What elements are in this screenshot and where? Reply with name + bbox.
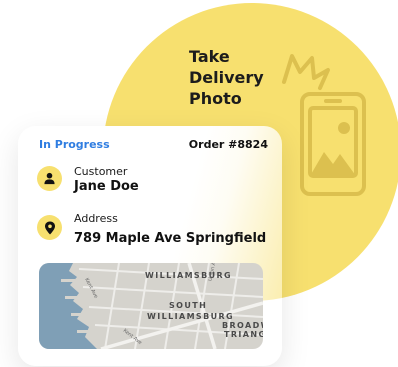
address-label: Address (74, 212, 118, 225)
map-label-broadway: BROADW (222, 321, 263, 330)
photo-title-line-1: Take (189, 47, 230, 66)
customer-name: Jane Doe (74, 179, 139, 194)
map-label-williamsburg: WILLIAMSBURG (145, 271, 232, 280)
location-pin-icon (44, 221, 55, 234)
map-label-triangle: TRIANG (224, 330, 263, 339)
address-badge (37, 215, 62, 240)
map-label-south: SOUTH (169, 301, 207, 310)
order-number: Order #8824 (188, 138, 268, 151)
phone-camera-icon (282, 54, 366, 196)
take-delivery-photo-button[interactable]: Take Delivery Photo (189, 46, 264, 109)
photo-title-line-2: Delivery (189, 68, 264, 87)
order-card[interactable]: In Progress Order #8824 Customer Jane Do… (18, 126, 282, 366)
customer-label: Customer (74, 165, 128, 178)
person-icon (44, 172, 55, 185)
status-label: In Progress (39, 138, 110, 151)
delivery-map[interactable]: WILLIAMSBURG SOUTH WILLIAMSBURG BROADW T… (39, 263, 263, 349)
map-label-south-williamsburg: WILLIAMSBURG (147, 312, 234, 321)
photo-title-line-3: Photo (189, 89, 242, 108)
address-value: 789 Maple Ave Springfield (74, 231, 267, 246)
customer-badge (37, 166, 62, 191)
